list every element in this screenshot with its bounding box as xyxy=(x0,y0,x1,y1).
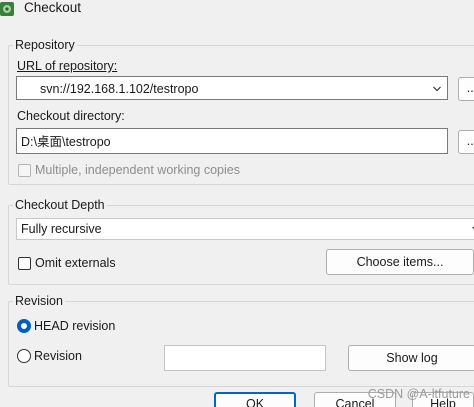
revision-number-input[interactable] xyxy=(164,345,326,371)
head-revision-radio[interactable] xyxy=(17,319,31,333)
show-log-button[interactable]: Show log xyxy=(348,345,474,371)
specific-revision-radio[interactable] xyxy=(17,349,31,363)
checkout-dir-value: D:\桌面\testropo xyxy=(21,135,111,149)
title-bar[interactable]: Checkout xyxy=(0,0,474,20)
url-value: svn://192.168.1.102/testropo xyxy=(40,82,199,96)
url-combobox[interactable]: svn://192.168.1.102/testropo xyxy=(16,76,448,100)
repository-group-label: Repository xyxy=(13,38,77,52)
specific-revision-label: Revision xyxy=(34,349,82,363)
multiple-working-copies-checkbox[interactable] xyxy=(18,164,31,177)
checkout-dir-input[interactable]: D:\桌面\testropo xyxy=(16,128,448,154)
tortoisesvn-icon xyxy=(0,2,14,16)
chevron-down-icon[interactable] xyxy=(432,84,442,94)
url-label: URL of repository: xyxy=(17,58,117,74)
depth-selected-value: Fully recursive xyxy=(21,222,102,236)
revision-group xyxy=(8,301,474,387)
choose-items-button[interactable]: Choose items... xyxy=(326,249,474,275)
omit-externals-checkbox[interactable] xyxy=(18,257,31,270)
window-title: Checkout xyxy=(24,0,82,15)
browse-dir-button[interactable]: ... xyxy=(458,130,474,154)
watermark: CSDN @A-ltfuture xyxy=(367,387,470,401)
ok-button[interactable]: OK xyxy=(214,392,296,407)
browse-url-button[interactable]: ... xyxy=(458,77,474,101)
checkout-dir-label: Checkout directory: xyxy=(17,109,125,123)
url-label-text: URL of repository: xyxy=(17,59,118,73)
revision-group-label: Revision xyxy=(13,294,65,308)
omit-externals-label: Omit externals xyxy=(35,256,116,270)
depth-combobox[interactable]: Fully recursive xyxy=(16,218,474,240)
multiple-working-copies-label: Multiple, independent working copies xyxy=(35,163,240,177)
head-revision-label: HEAD revision xyxy=(34,319,116,333)
checkout-depth-group-label: Checkout Depth xyxy=(13,198,107,212)
